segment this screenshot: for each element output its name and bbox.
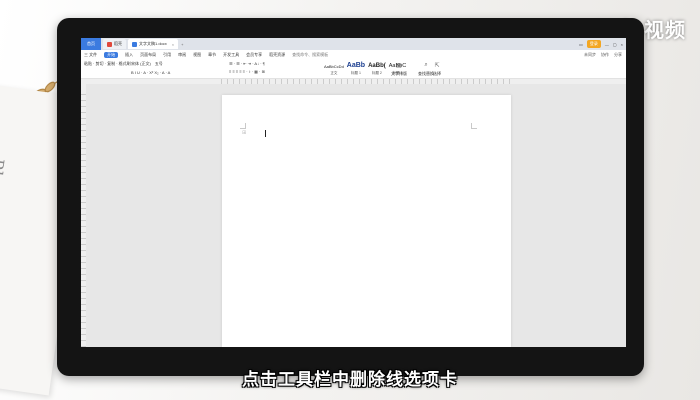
menu-start[interactable]: 开始 <box>104 51 119 58</box>
find-icon: ⌕ <box>424 62 428 68</box>
paragraph-group: ☰ · ☰ · ⇤ ⇥ · A↓ · ¶ ≡ ≡ ≡ ≡ ≡ · ↕ · ▦ ·… <box>229 61 265 74</box>
margin-corner-top-right <box>471 123 477 129</box>
document-icon <box>132 41 137 47</box>
tab-home[interactable]: 首页 <box>81 38 101 50</box>
font-group: 宋体 (正文) 五号 B I U · A · X² X₂ · A · A <box>131 61 170 75</box>
command-search[interactable]: 查找命令、搜索模板 <box>292 52 328 58</box>
login-button[interactable]: 登录 <box>586 40 601 48</box>
select-label: 选择 <box>433 71 441 76</box>
ribbon-toolbar: 粘贴 · 剪切 · 复制 · 格式刷 宋体 (正文) 五号 B I U · A … <box>81 59 626 79</box>
tab-docer-label: 稻壳 <box>114 41 122 46</box>
window-controls: ▭ 登录 — ▢ × <box>579 40 623 48</box>
menu-view[interactable]: 视图 <box>193 52 201 58</box>
docer-icon <box>107 41 112 47</box>
find-replace-tool[interactable]: ⌕ 查找替换 <box>418 62 434 77</box>
screen: 首页 稻壳 文字文稿1.docx × + ▭ 登录 — ▢ × 三 文件 开始 … <box>81 38 626 347</box>
vruler-ticks <box>81 94 86 347</box>
text-layout-icon: ▤ <box>396 63 402 69</box>
menu-section[interactable]: 章节 <box>208 52 216 58</box>
clipboard-row[interactable]: 粘贴 · 剪切 · 复制 · 格式刷 <box>84 61 131 67</box>
margin-corner-top-left <box>240 123 246 129</box>
style-normal-name: 正文 <box>330 71 338 75</box>
minimize-icon[interactable]: — <box>605 42 609 47</box>
text-cursor <box>265 130 266 137</box>
select-icon: ⇱ <box>434 63 440 69</box>
font-name-select[interactable]: 宋体 (正文) <box>131 61 151 67</box>
paragraph-tools-row1[interactable]: ☰ · ☰ · ⇤ ⇥ · A↓ · ¶ <box>229 61 265 66</box>
font-size-select[interactable]: 五号 <box>155 61 163 67</box>
paragraph-mark-icon: ⊞ <box>242 130 247 136</box>
menu-member[interactable]: 会员专享 <box>246 52 262 58</box>
style-heading2-sample: AaBb( <box>368 63 386 69</box>
sync-status[interactable]: 未同步 <box>584 52 596 58</box>
close-window-icon[interactable]: × <box>621 42 623 47</box>
clipboard-group: 粘贴 · 剪切 · 复制 · 格式刷 <box>84 61 131 67</box>
menu-page-layout[interactable]: 页面布局 <box>140 52 156 58</box>
select-tool[interactable]: ⇱ 选择 <box>433 62 441 77</box>
vertical-ruler[interactable] <box>81 84 86 347</box>
style-normal[interactable]: AaBbCcDd 正文 <box>324 64 344 76</box>
tab-document-label: 文字文稿1.docx <box>139 41 167 46</box>
horizontal-ruler[interactable] <box>81 79 626 84</box>
find-replace-label: 查找替换 <box>418 71 434 76</box>
paragraph-tools-row2[interactable]: ≡ ≡ ≡ ≡ ≡ · ↕ · ▦ · ⊞ <box>229 69 265 74</box>
menu-docer-resources[interactable]: 稻壳资源 <box>269 52 285 58</box>
share-button[interactable]: 分享 <box>614 52 622 58</box>
tab-docer[interactable]: 稻壳 <box>103 39 126 49</box>
format-buttons[interactable]: B I U · A · X² X₂ · A · A <box>131 70 170 75</box>
maximize-icon[interactable]: ▢ <box>613 42 617 47</box>
collaborate-button[interactable]: 协作 <box>601 52 609 58</box>
style-heading2-name: 标题 2 <box>371 71 382 75</box>
style-heading1[interactable]: AaBb 标题 1 <box>347 62 365 76</box>
tab-document[interactable]: 文字文稿1.docx × <box>128 39 179 49</box>
menu-right-actions: 未同步 协作 分享 <box>584 52 622 58</box>
style-heading1-sample: AaBb <box>346 62 366 69</box>
text-layout-label: 文字排版 <box>391 71 407 76</box>
menu-insert[interactable]: 插入 <box>125 52 133 58</box>
menu-review[interactable]: 审阅 <box>178 52 186 58</box>
style-heading1-name: 标题 1 <box>350 71 361 75</box>
menu-developer[interactable]: 开发工具 <box>223 52 239 58</box>
menu-references[interactable]: 引用 <box>163 52 171 58</box>
tab-bar: 首页 稻壳 文字文稿1.docx × + ▭ 登录 — ▢ × <box>81 38 626 50</box>
menu-file[interactable]: 三 文件 <box>84 52 97 58</box>
menu-bar: 三 文件 开始 插入 页面布局 引用 审阅 视图 章节 开发工具 会员专享 稻壳… <box>81 50 626 59</box>
new-tab-button[interactable]: + <box>181 42 183 47</box>
ruler-ticks <box>221 79 511 84</box>
document-page[interactable]: ⊞ <box>222 95 511 347</box>
style-heading2[interactable]: AaBb( 标题 2 <box>368 63 386 76</box>
subtitle-caption: 点击工具栏中删除线选项卡 <box>242 370 458 389</box>
style-normal-sample: AaBbCcDd <box>324 64 344 69</box>
text-layout-tool[interactable]: ▤ 文字排版 <box>391 62 407 77</box>
close-tab-icon[interactable]: × <box>172 42 174 47</box>
layout-icon[interactable]: ▭ <box>579 42 583 47</box>
